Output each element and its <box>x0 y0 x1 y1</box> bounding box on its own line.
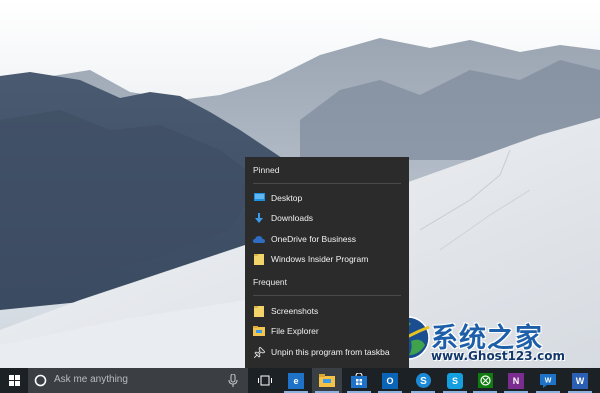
unpin-icon <box>253 346 265 358</box>
word-icon: W <box>572 372 588 389</box>
store-icon <box>351 373 367 388</box>
jump-item-label: Screenshots <box>271 306 319 316</box>
desktop-folder-icon <box>253 192 265 204</box>
svg-text:W: W <box>545 377 552 384</box>
jump-item-label: File Explorer <box>271 326 319 336</box>
folder-icon <box>253 305 265 317</box>
task-view-button[interactable] <box>250 368 280 393</box>
start-button[interactable] <box>0 368 28 393</box>
taskbar-app-edge[interactable]: e <box>281 368 311 393</box>
jump-item-label: OneDrive for Business <box>271 234 357 244</box>
jump-item-windows-insider[interactable]: Windows Insider Program <box>245 249 409 269</box>
onedrive-cloud-icon <box>253 233 265 245</box>
jump-item-onedrive[interactable]: OneDrive for Business <box>245 229 409 249</box>
jump-item-desktop[interactable]: Desktop <box>245 188 409 208</box>
file-explorer-icon <box>319 374 335 387</box>
folder-icon <box>253 253 265 265</box>
skype-business-icon: S <box>415 373 431 388</box>
jump-item-screenshots[interactable]: Screenshots <box>245 301 409 321</box>
unpin-label: Unpin this program from taskba <box>271 347 390 357</box>
jump-item-label: Downloads <box>271 213 314 223</box>
windows-logo-icon <box>8 375 20 386</box>
skype-icon: S <box>447 372 463 389</box>
svg-text:S: S <box>420 376 427 387</box>
pinned-header: Pinned <box>253 165 280 175</box>
frequent-header: Frequent <box>253 277 288 287</box>
jump-item-label: Desktop <box>271 193 303 203</box>
edge-browser-icon: e <box>288 372 304 389</box>
taskbar-app-skype[interactable]: S <box>440 368 470 393</box>
jump-item-downloads[interactable]: Downloads <box>245 208 409 228</box>
taskbar-app-store[interactable] <box>344 368 374 393</box>
taskbar: Ask me anything e O S S N W W <box>0 368 600 393</box>
taskbar-app-skype-for-business[interactable]: S <box>408 368 438 393</box>
jump-item-label: Windows Insider Program <box>271 254 369 264</box>
microphone-icon[interactable] <box>228 374 238 387</box>
taskbar-app-file-explorer[interactable] <box>312 368 342 393</box>
unpin-from-taskbar-item[interactable]: Unpin this program from taskba <box>245 342 409 362</box>
cortana-circle-icon <box>34 374 47 387</box>
search-placeholder: Ask me anything <box>54 374 128 385</box>
taskbar-app-onenote[interactable]: N <box>501 368 531 393</box>
feedback-icon: W <box>540 373 556 388</box>
file-explorer-icon <box>253 325 265 337</box>
jump-item-file-explorer[interactable]: File Explorer <box>245 321 409 341</box>
watermark-url: www.Ghost123.com <box>431 349 566 363</box>
site-watermark: 系统之家 www.Ghost123.com <box>385 315 597 367</box>
outlook-icon: O <box>382 372 398 389</box>
onenote-icon: N <box>508 372 524 389</box>
taskbar-app-xbox[interactable] <box>470 368 500 393</box>
downloads-arrow-icon <box>253 212 265 224</box>
cortana-search-box[interactable]: Ask me anything <box>28 368 248 393</box>
taskbar-app-word[interactable]: W <box>565 368 595 393</box>
xbox-icon <box>477 373 493 388</box>
taskbar-app-feedback[interactable]: W <box>533 368 563 393</box>
taskbar-jump-list: Pinned Desktop Downloads OneDrive for Bu… <box>245 157 409 368</box>
task-view-icon <box>258 375 272 386</box>
divider <box>253 183 401 184</box>
taskbar-app-outlook[interactable]: O <box>375 368 405 393</box>
divider <box>253 295 401 296</box>
